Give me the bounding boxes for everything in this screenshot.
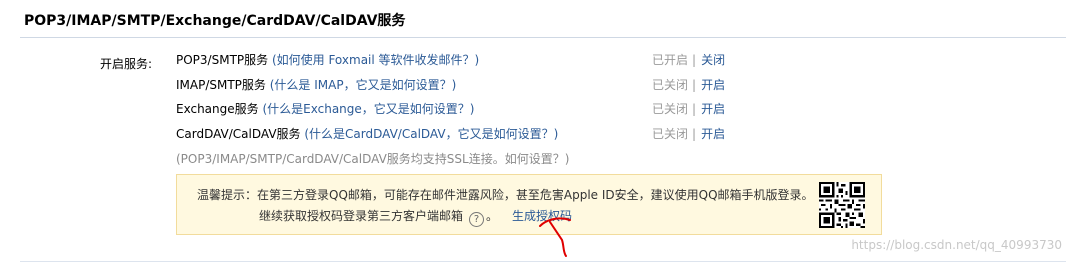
tip-auth-text: 继续获取授权码登录第三方客户端邮箱 bbox=[259, 209, 464, 223]
status-separator: | bbox=[692, 102, 697, 116]
ssl-note-link[interactable]: (POP3/IMAP/SMTP/CardDAV/CalDAV服务均支持SSL连接… bbox=[176, 150, 569, 167]
watermark: https://blog.csdn.net/qq_40993730 bbox=[851, 238, 1062, 252]
services-label: 开启服务: bbox=[100, 57, 153, 71]
service-row-carddav: CardDAV/CalDAV服务 (什么是CardDAV/CalDAV，它又是如… bbox=[176, 125, 558, 143]
service-name: CardDAV/CalDAV服务 bbox=[176, 127, 301, 141]
help-icon[interactable]: ? bbox=[469, 212, 485, 227]
service-help-link[interactable]: (什么是Exchange，它又是如何设置？) bbox=[259, 102, 474, 116]
service-status-exchange: 已关闭 | 开启 bbox=[652, 100, 725, 118]
service-help-link[interactable]: (如何使用 Foxmail 等软件收发邮件？) bbox=[268, 53, 479, 67]
service-name: Exchange服务 bbox=[176, 102, 259, 116]
service-help-link[interactable]: (什么是CardDAV/CalDAV，它又是如何设置？) bbox=[301, 127, 558, 141]
toggle-on-link[interactable]: 开启 bbox=[701, 127, 725, 141]
service-row-imap: IMAP/SMTP服务 (什么是 IMAP，它又是如何设置？) bbox=[176, 76, 456, 94]
service-name: IMAP/SMTP服务 bbox=[176, 78, 266, 92]
service-help-link[interactable]: (什么是 IMAP，它又是如何设置？) bbox=[266, 78, 457, 92]
service-row-pop3: POP3/SMTP服务 (如何使用 Foxmail 等软件收发邮件？) bbox=[176, 51, 479, 69]
service-status-pop3: 已开启 | 关闭 bbox=[652, 51, 725, 69]
service-name: POP3/SMTP服务 bbox=[176, 53, 269, 67]
status-text: 已关闭 bbox=[652, 127, 689, 141]
section-divider bbox=[20, 37, 1066, 38]
qr-code-icon bbox=[819, 182, 865, 228]
status-separator: | bbox=[692, 53, 697, 67]
toggle-on-link[interactable]: 开启 bbox=[701, 78, 725, 92]
toggle-on-link[interactable]: 开启 bbox=[701, 102, 725, 116]
service-status-imap: 已关闭 | 开启 bbox=[652, 76, 725, 94]
tip-box: 温馨提示：在第三方登录QQ邮箱，可能存在邮件泄露风险，甚至危害Apple ID安… bbox=[176, 174, 882, 235]
section-title: POP3/IMAP/SMTP/Exchange/CardDAV/CalDAV服务 bbox=[24, 13, 406, 29]
tip-auth-line: 继续获取授权码登录第三方客户端邮箱?。生成授权码 bbox=[259, 207, 572, 227]
status-text: 已关闭 bbox=[652, 78, 689, 92]
service-row-exchange: Exchange服务 (什么是Exchange，它又是如何设置？) bbox=[176, 100, 474, 118]
tip-period: 。 bbox=[486, 209, 499, 223]
red-annotation-mark bbox=[539, 217, 571, 257]
status-text: 已开启 bbox=[652, 53, 689, 67]
status-separator: | bbox=[692, 127, 697, 141]
status-separator: | bbox=[692, 78, 697, 92]
status-text: 已关闭 bbox=[652, 102, 689, 116]
bottom-divider bbox=[20, 261, 1066, 262]
tip-warning-text: 温馨提示：在第三方登录QQ邮箱，可能存在邮件泄露风险，甚至危害Apple ID安… bbox=[197, 188, 814, 202]
service-status-carddav: 已关闭 | 开启 bbox=[652, 125, 725, 143]
toggle-off-link[interactable]: 关闭 bbox=[701, 53, 725, 67]
